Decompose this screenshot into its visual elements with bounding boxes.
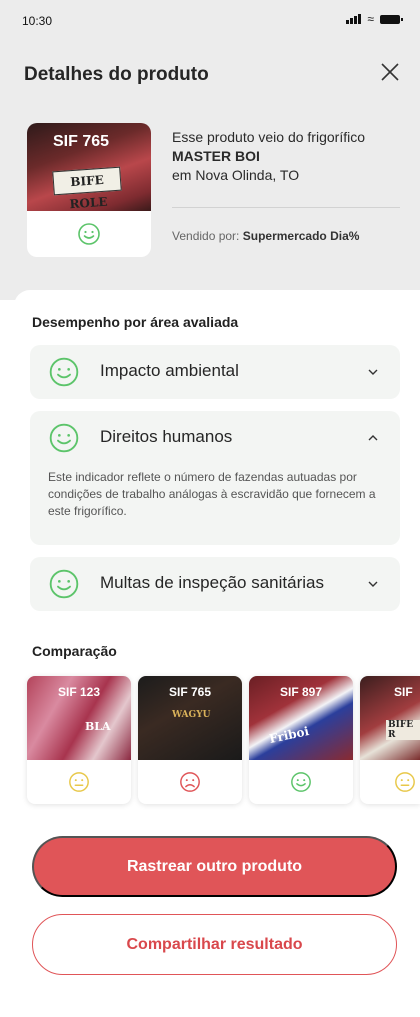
seller-info: Vendido por: Supermercado Dia%	[172, 229, 359, 243]
product-origin: Esse produto veio do frigorífico MASTER …	[172, 128, 407, 185]
comparison-tag: BIFE R	[386, 720, 420, 740]
comparison-tag: WAGYU	[172, 710, 211, 720]
signal-icon	[346, 14, 362, 24]
smile-icon	[291, 772, 311, 792]
status-bar: 10:30 ≈	[0, 0, 420, 40]
comparison-rating	[27, 762, 131, 802]
neutral-face-icon	[395, 772, 415, 792]
comparison-rating	[138, 762, 242, 802]
comparison-sif: SIF 765	[168, 685, 212, 699]
page-title: Detalhes do produto	[24, 64, 209, 85]
performance-heading: Desempenho por área avaliada	[32, 314, 239, 330]
area-label: Impacto ambiental	[100, 361, 239, 380]
battery-icon	[380, 14, 403, 24]
status-time: 10:30	[22, 14, 53, 28]
close-icon[interactable]	[378, 60, 402, 84]
comparison-tag: Friboi	[267, 723, 311, 747]
comparison-card[interactable]: SIF 123 BLA	[27, 676, 131, 804]
comparison-sif: SIF 123	[57, 685, 101, 699]
status-icons: ≈	[346, 12, 403, 26]
area-label: Multas de inspeção sanitárias	[100, 573, 324, 592]
chevron-down-icon[interactable]	[368, 368, 378, 376]
comparison-image: SIF 765 WAGYU	[138, 676, 242, 760]
comparison-rating	[249, 762, 353, 802]
product-rating	[27, 211, 151, 257]
share-result-button[interactable]: Compartilhar resultado	[32, 914, 397, 975]
seller-prefix: Vendido por:	[172, 229, 243, 243]
origin-line: Esse produto veio do frigorífico	[172, 129, 365, 145]
comparison-image: SIF 897 Friboi	[249, 676, 353, 760]
smile-icon	[49, 569, 79, 599]
chevron-up-icon[interactable]	[368, 434, 378, 442]
product-sif: SIF 765	[53, 133, 110, 150]
comparison-card[interactable]: SIF 765 WAGYU	[138, 676, 242, 804]
plant-name: MASTER BOI	[172, 148, 260, 164]
smile-icon	[49, 423, 79, 453]
area-label: Direitos humanos	[100, 427, 233, 446]
divider	[172, 207, 400, 208]
comparison-heading: Comparação	[32, 643, 117, 659]
comparison-card[interactable]: SIF 897 Friboi	[249, 676, 353, 804]
comparison-image: SIF 123 BLA	[27, 676, 131, 760]
track-another-button[interactable]: Rastrear outro produto	[32, 836, 397, 897]
smile-icon	[78, 223, 100, 245]
wifi-icon: ≈	[367, 12, 374, 26]
area-row[interactable]: Impacto ambiental	[30, 345, 400, 399]
plant-location: em Nova Olinda, TO	[172, 167, 300, 183]
comparison-card[interactable]: SIF BIFE R	[360, 676, 420, 804]
product-card: SIF 765 BIFE ROLE	[27, 123, 151, 257]
sad-face-icon	[180, 772, 200, 792]
area-row[interactable]: Multas de inspeção sanitárias	[30, 557, 400, 611]
comparison-image: SIF BIFE R	[360, 676, 420, 760]
area-item-direitos-humanos[interactable]: Direitos humanos Este indicador reflete …	[30, 411, 400, 545]
area-description: Este indicador reflete o número de fazen…	[48, 470, 376, 518]
product-image: SIF 765 BIFE ROLE	[27, 123, 151, 211]
area-item-impacto-ambiental[interactable]: Impacto ambiental	[30, 345, 400, 399]
comparison-rating	[360, 762, 420, 802]
chevron-down-icon[interactable]	[368, 580, 378, 588]
seller-name: Supermercado Dia%	[242, 229, 360, 243]
area-row[interactable]: Direitos humanos	[30, 411, 400, 465]
neutral-face-icon	[69, 772, 89, 792]
smile-icon	[49, 357, 79, 387]
product-package-label: BIFE ROLE	[52, 166, 122, 211]
comparison-tag: BLA	[85, 720, 111, 733]
comparison-sif: SIF 897	[279, 685, 323, 699]
area-item-multas-inspecao[interactable]: Multas de inspeção sanitárias	[30, 557, 400, 611]
comparison-sif: SIF	[394, 685, 413, 699]
